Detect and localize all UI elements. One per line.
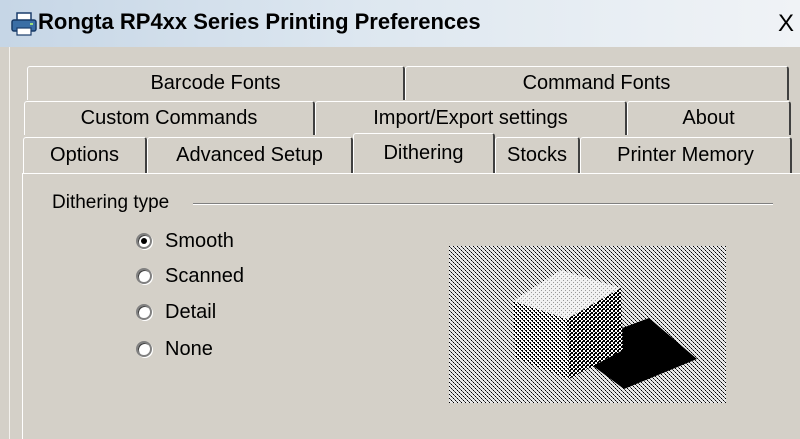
radio-label: Scanned [165,264,244,287]
tab-printer-memory[interactable]: Printer Memory [580,137,792,173]
group-divider [193,203,773,205]
tab-stocks[interactable]: Stocks [495,137,580,173]
tab-advanced-setup[interactable]: Advanced Setup [147,137,353,173]
tab-label: Command Fonts [522,72,671,94]
tab-label: Custom Commands [80,107,258,129]
radio-scanned[interactable]: Scanned [136,262,244,290]
tab-barcode-fonts[interactable]: Barcode Fonts [27,66,405,100]
tab-about[interactable]: About [627,101,791,135]
radio-selected-dot [141,238,147,244]
group-label: Dithering type [52,192,176,214]
tab-label: Printer Memory [617,144,754,166]
tab-options[interactable]: Options [23,137,147,173]
dialog-edge [9,47,10,439]
radio-button[interactable] [136,341,152,357]
radio-label: None [165,337,213,360]
tab-label: About [682,107,735,129]
tab-label: Dithering [383,142,464,164]
dithered-cube-preview [449,246,726,403]
radio-button[interactable] [136,233,152,249]
tab-import-export-settings[interactable]: Import/Export settings [315,101,627,135]
radio-detail[interactable]: Detail [136,298,216,326]
tab-label: Options [50,144,119,166]
radio-none[interactable]: None [136,335,213,363]
tab-custom-commands[interactable]: Custom Commands [24,101,315,135]
tab-label: Advanced Setup [176,144,323,166]
close-button[interactable]: X [772,11,800,37]
radio-label: Detail [165,300,217,323]
tab-command-fonts[interactable]: Command Fonts [405,66,789,100]
radio-button[interactable] [136,304,152,320]
radio-button[interactable] [136,268,152,284]
tab-dithering[interactable]: Dithering [353,133,495,173]
tab-label: Import/Export settings [373,107,568,129]
window-title: Rongta RP4xx Series Printing Preferences [38,9,481,34]
title-bar[interactable]: Rongta RP4xx Series Printing Preferences… [0,0,800,47]
printer-icon [11,12,37,36]
radio-smooth[interactable]: Smooth [136,227,234,255]
radio-label: Smooth [165,229,234,252]
tab-label: Barcode Fonts [150,72,281,94]
tab-label: Stocks [506,144,568,166]
